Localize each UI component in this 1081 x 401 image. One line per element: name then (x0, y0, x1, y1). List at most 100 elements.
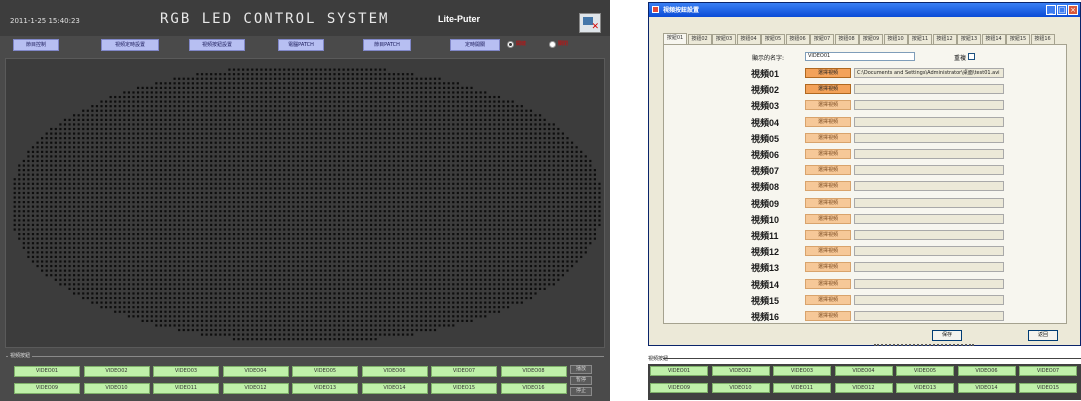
led-dot (191, 260, 194, 263)
led-dot (552, 137, 555, 140)
led-dot (516, 132, 519, 135)
led-dot (392, 191, 395, 195)
led-dot (506, 114, 510, 117)
led-dot (493, 214, 496, 217)
led-dot (82, 269, 85, 272)
led-dot (182, 155, 185, 158)
led-dot (200, 210, 204, 213)
led-dot (305, 95, 309, 99)
led-dot (68, 210, 71, 213)
led-dot (525, 210, 528, 213)
led-dot (575, 260, 578, 263)
led-dot (452, 246, 455, 249)
nav-video-timer-settings[interactable]: 視頻定時設置 (101, 39, 159, 51)
led-dot (219, 228, 222, 231)
radio-off[interactable] (549, 41, 556, 48)
led-dot (63, 141, 67, 144)
led-dot (242, 242, 245, 245)
led-dot (77, 219, 80, 222)
nav-program-control[interactable]: 節目控制 (13, 39, 59, 51)
led-dot (274, 91, 277, 94)
exit-button[interactable]: ✕ (579, 13, 601, 33)
led-dot (324, 95, 327, 99)
led-dot (232, 182, 236, 185)
led-dot (310, 118, 313, 121)
led-dot (278, 77, 281, 80)
led-dot (360, 237, 363, 240)
led-dot (443, 155, 446, 158)
led-dot (506, 205, 510, 208)
led-dot (552, 223, 555, 227)
led-dot (374, 105, 377, 108)
led-dot (45, 182, 48, 185)
led-dot (516, 264, 519, 268)
led-dot (570, 169, 574, 172)
led-dot (342, 73, 345, 76)
led-dot (22, 159, 25, 163)
led-dot (178, 100, 181, 103)
led-dot (356, 223, 359, 227)
led-dot (397, 182, 400, 185)
led-dot (283, 178, 286, 181)
led-dot (538, 114, 542, 117)
led-dot (365, 105, 368, 108)
led-dot (415, 132, 418, 135)
led-dot (146, 223, 149, 227)
led-dot (383, 191, 386, 195)
led-dot (351, 109, 354, 112)
led-dot (296, 155, 300, 158)
led-dot (260, 127, 263, 131)
led-dot (484, 114, 487, 117)
led-dot (401, 251, 405, 254)
led-dot (516, 219, 519, 222)
led-dot (379, 178, 382, 181)
led-dot (95, 187, 99, 190)
led-dot (516, 223, 519, 227)
led-dot (584, 210, 587, 213)
led-dot (475, 178, 478, 181)
led-dot (488, 223, 491, 227)
led-dot (516, 150, 519, 153)
led-dot (406, 91, 409, 94)
led-dot (36, 255, 39, 259)
led-dot (397, 109, 400, 112)
led-dot (95, 109, 99, 112)
led-dot (45, 187, 48, 190)
led-dot (584, 173, 587, 176)
led-dot (401, 159, 405, 163)
led-dot (50, 214, 53, 217)
led-dot (379, 210, 382, 213)
led-dot (388, 205, 391, 208)
nav-video-button-settings[interactable]: 視頻按鈕設置 (189, 39, 245, 51)
led-dot (187, 201, 190, 204)
nav-timer-switch[interactable]: 定時開關 (450, 39, 500, 51)
led-dot (351, 196, 354, 199)
led-dot (552, 264, 555, 268)
led-layout-canvas[interactable] (5, 58, 605, 348)
led-dot (150, 105, 153, 108)
led-dot (388, 105, 391, 108)
nav-program-patch[interactable]: 節目PATCH (363, 39, 411, 51)
led-dot (237, 246, 240, 249)
led-dot (95, 269, 99, 272)
led-dot (301, 205, 304, 208)
led-dot (18, 223, 21, 227)
led-dot (401, 242, 405, 245)
led-dot (187, 173, 190, 176)
radio-on[interactable] (507, 41, 514, 48)
led-dot (59, 191, 62, 195)
led-dot (232, 260, 236, 263)
nav-pc-patch[interactable]: 電腦PATCH (278, 39, 324, 51)
led-dot (36, 159, 39, 163)
led-dot (315, 114, 318, 117)
led-dot (187, 127, 190, 131)
led-dot (534, 141, 537, 144)
led-dot (173, 95, 176, 99)
led-dot (173, 219, 176, 222)
led-dot (123, 178, 126, 181)
led-dot (77, 127, 80, 131)
led-dot (13, 187, 16, 190)
led-dot (82, 127, 85, 131)
led-dot (356, 242, 359, 245)
led-dot (365, 228, 368, 231)
